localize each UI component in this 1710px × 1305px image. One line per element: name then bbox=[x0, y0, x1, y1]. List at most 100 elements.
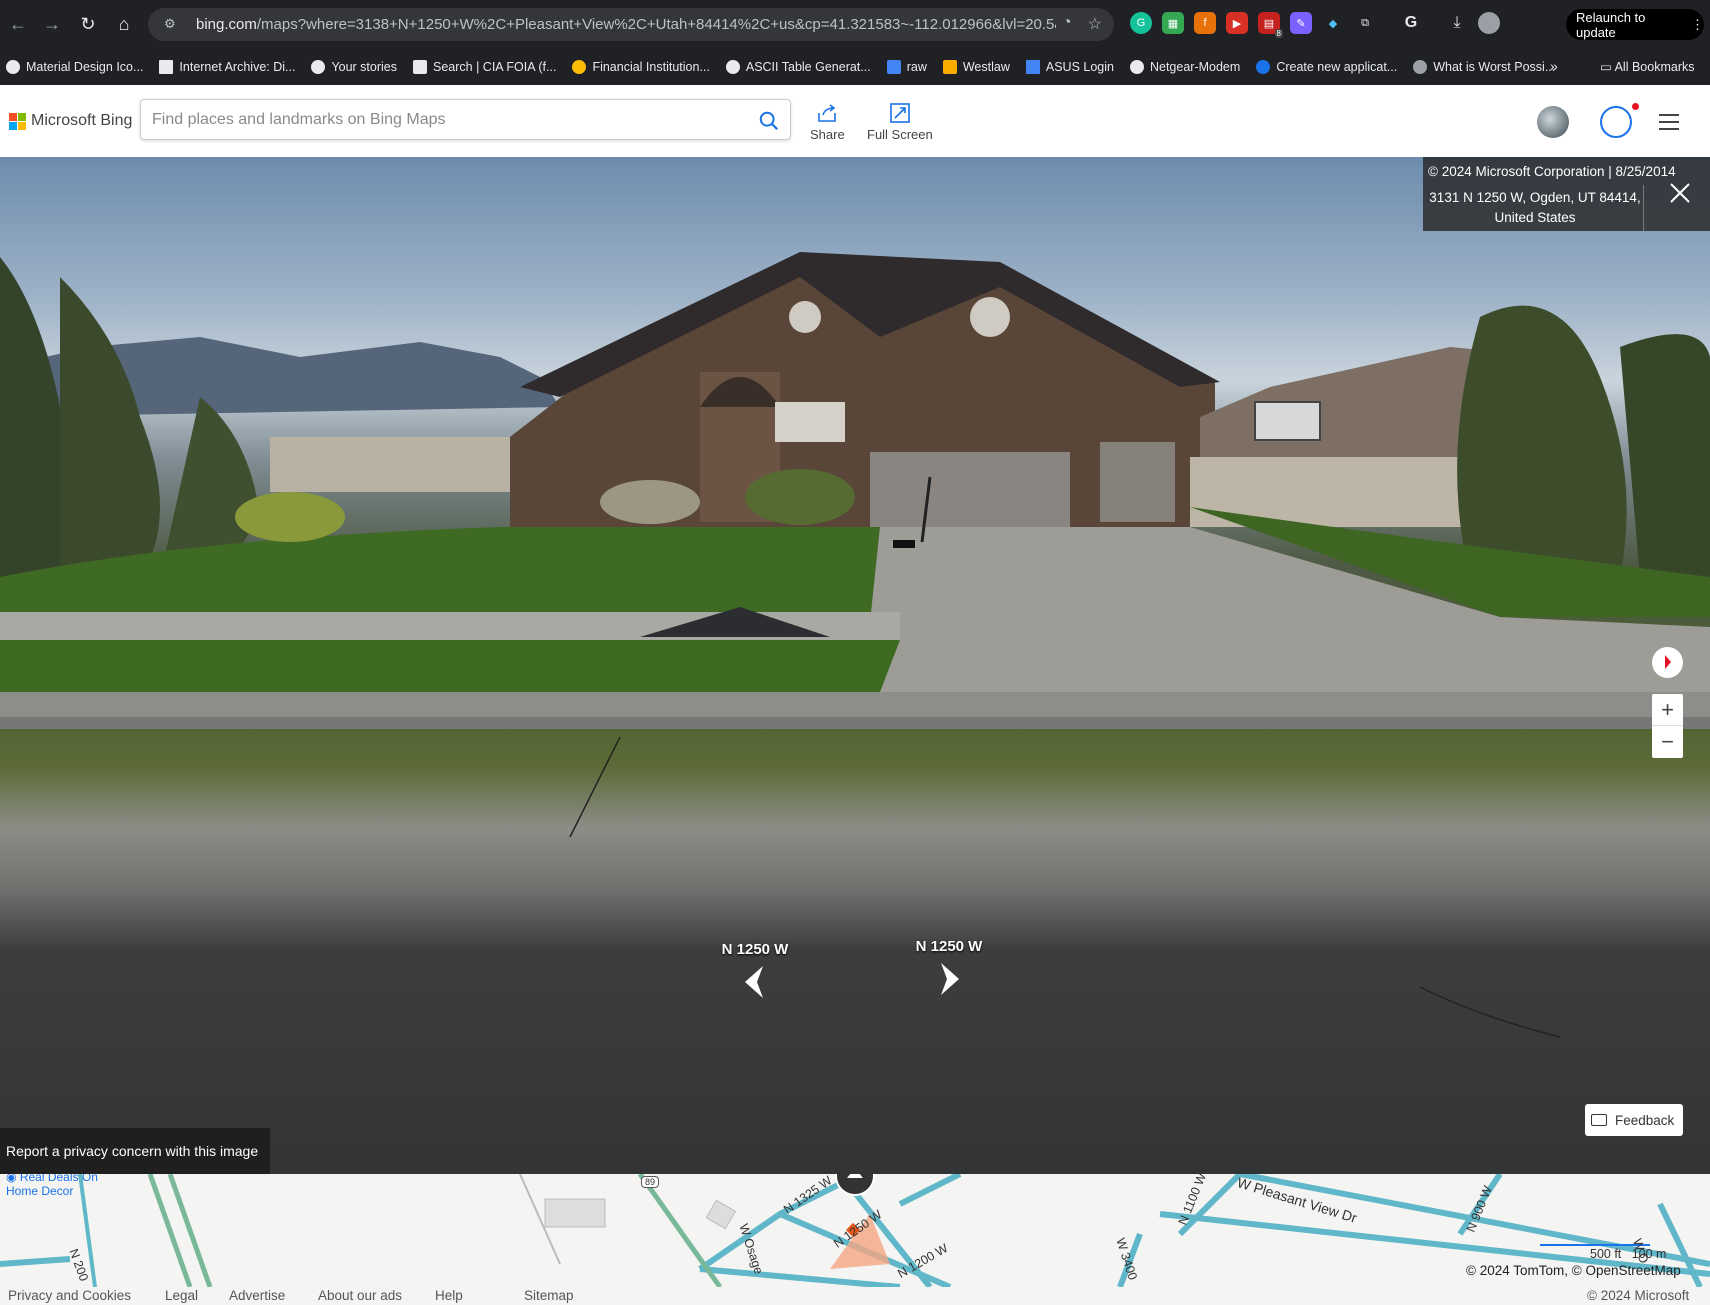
google-icon[interactable]: G bbox=[1400, 12, 1422, 34]
bookmark-star-icon[interactable]: ☆ bbox=[1088, 14, 1102, 34]
grammarly-icon[interactable]: G bbox=[1130, 12, 1152, 34]
notification-dot bbox=[1632, 103, 1639, 110]
bookmark-item[interactable]: Material Design Ico... bbox=[6, 60, 143, 74]
footer-copyright: © 2024 Microsoft bbox=[1587, 1288, 1690, 1303]
zoom-in-button[interactable]: + bbox=[1652, 694, 1683, 726]
footer-link-sitemap[interactable]: Sitemap bbox=[524, 1288, 574, 1303]
map-attribution: © 2024 TomTom, © OpenStreetMap bbox=[1466, 1263, 1681, 1278]
relaunch-button[interactable]: Relaunch to update ⋮ bbox=[1566, 9, 1704, 40]
download-icon[interactable]: ⤓ bbox=[1446, 12, 1468, 34]
footer-link-advertise[interactable]: Advertise bbox=[229, 1288, 285, 1303]
bookmark-favicon-icon bbox=[6, 60, 20, 74]
streetside-view[interactable]: © 2024 Microsoft Corporation | 8/25/2014… bbox=[0, 157, 1710, 1174]
profile-icon[interactable] bbox=[1478, 12, 1500, 34]
bookmark-item[interactable]: Create new applicat... bbox=[1256, 60, 1397, 74]
browser-toolbar: ← → ↻ ⌂ ⚙ bing.com/maps?where=3138+N+125… bbox=[0, 0, 1710, 49]
footer-link-about-ads[interactable]: About our ads bbox=[318, 1288, 402, 1303]
share-button[interactable]: Share bbox=[810, 103, 845, 142]
address-bar[interactable]: ⚙ bing.com/maps?where=3138+N+1250+W%2C+P… bbox=[148, 8, 1114, 41]
poi-label[interactable]: ◉ Real Deals On Home Decor bbox=[6, 1174, 116, 1198]
footer-link-privacy[interactable]: Privacy and Cookies bbox=[8, 1288, 131, 1303]
hwy-shield: 89 bbox=[641, 1176, 660, 1188]
chevron-left-icon[interactable] bbox=[735, 962, 775, 1002]
pen-extension-icon[interactable]: ✎ bbox=[1290, 12, 1312, 34]
bookmark-item[interactable]: What is Worst Possi... bbox=[1413, 60, 1555, 74]
bookmarks-overflow-button[interactable]: » bbox=[1550, 58, 1558, 74]
footer: Privacy and Cookies Legal Advertise Abou… bbox=[0, 1287, 1710, 1305]
performance-icon[interactable]: ◔ bbox=[1062, 14, 1072, 34]
hamburger-menu-icon[interactable] bbox=[1659, 114, 1679, 130]
bookmark-favicon-icon bbox=[1413, 60, 1428, 74]
forward-arrow-icon[interactable]: → bbox=[40, 13, 64, 37]
full-screen-label: Full Screen bbox=[867, 127, 933, 142]
bookmark-item[interactable]: Westlaw bbox=[942, 60, 1010, 74]
extension-badge: 8 bbox=[1274, 29, 1283, 38]
bing-maps-header: Microsoft Bing Share Full Screen bbox=[0, 85, 1710, 157]
feedback-button[interactable]: Feedback bbox=[1585, 1104, 1683, 1136]
bookmark-item[interactable]: Your stories bbox=[311, 60, 397, 74]
feedback-label: Feedback bbox=[1615, 1112, 1675, 1128]
bookmark-item[interactable]: Financial Institution... bbox=[572, 60, 710, 74]
search-input[interactable] bbox=[152, 100, 732, 139]
fox-extension-icon[interactable]: f bbox=[1194, 12, 1216, 34]
chevron-right-icon[interactable] bbox=[929, 959, 969, 999]
all-bookmarks-button[interactable]: ▭ All Bookmarks bbox=[1600, 59, 1694, 74]
compass-needle-icon bbox=[1665, 655, 1671, 669]
address-line-1: 3131 N 1250 W, Ogden, UT 84414, bbox=[1429, 190, 1641, 205]
bookmark-item[interactable]: ASCII Table Generat... bbox=[725, 60, 871, 74]
nav-back-arrow[interactable]: N 1250 W bbox=[712, 941, 798, 1007]
avatar[interactable] bbox=[1537, 106, 1569, 138]
bookmark-favicon-icon bbox=[886, 60, 901, 74]
panel-divider bbox=[1643, 185, 1644, 231]
microsoft-logo-icon bbox=[9, 112, 26, 130]
compass-icon[interactable] bbox=[1652, 647, 1683, 678]
url-text[interactable]: bing.com/maps?where=3138+N+1250+W%2C+Ple… bbox=[196, 16, 1056, 33]
imagery-copyright: © 2024 Microsoft Corporation | 8/25/2014 bbox=[1428, 164, 1676, 179]
report-privacy-button[interactable]: Report a privacy concern with this image bbox=[0, 1128, 270, 1174]
bookmark-favicon-icon bbox=[1129, 60, 1144, 74]
folder-icon: ▭ bbox=[1600, 60, 1615, 74]
footer-link-help[interactable]: Help bbox=[435, 1288, 463, 1303]
site-info-icon[interactable]: ⚙ bbox=[164, 16, 182, 34]
bookmark-favicon-icon bbox=[159, 60, 174, 74]
more-menu-icon[interactable]: ⋮ bbox=[1691, 17, 1704, 33]
nav-back-label: N 1250 W bbox=[721, 941, 789, 958]
bookmark-favicon-icon bbox=[1025, 60, 1040, 74]
nav-forward-arrow[interactable]: N 1250 W bbox=[906, 938, 992, 1004]
minimap[interactable]: ◉ Real Deals On Home Decor 89 N 1325 W N… bbox=[0, 1174, 1710, 1287]
search-icon[interactable] bbox=[758, 110, 780, 132]
bookmark-favicon-icon bbox=[311, 60, 326, 74]
microsoft-bing-logo[interactable]: Microsoft Bing bbox=[9, 112, 132, 130]
bookmark-item[interactable]: ASUS Login bbox=[1025, 60, 1114, 74]
video-extension-icon[interactable]: ▶ bbox=[1226, 12, 1248, 34]
reload-icon[interactable]: ↻ bbox=[76, 13, 100, 37]
nav-forward-label: N 1250 W bbox=[915, 938, 983, 955]
share-icon bbox=[818, 104, 837, 122]
search-box bbox=[140, 99, 791, 140]
address-line-2: United States bbox=[1494, 210, 1576, 225]
full-screen-icon bbox=[890, 103, 910, 123]
bookmark-item[interactable]: Netgear-Modem bbox=[1129, 60, 1240, 74]
location-info-panel: © 2024 Microsoft Corporation | 8/25/2014… bbox=[1423, 157, 1710, 231]
sheets-extension-icon[interactable]: ▦ bbox=[1162, 12, 1184, 34]
bookmark-item[interactable]: Search | CIA FOIA (f... bbox=[413, 60, 556, 74]
bookmark-item[interactable]: raw bbox=[886, 60, 927, 74]
footer-link-legal[interactable]: Legal bbox=[165, 1288, 198, 1303]
extensions-puzzle-icon[interactable]: ⧉ bbox=[1354, 12, 1376, 34]
full-screen-button[interactable]: Full Screen bbox=[867, 103, 933, 142]
scale-bar-label: 500 ft 100 m bbox=[1590, 1247, 1667, 1261]
zoom-control: + − bbox=[1652, 694, 1683, 758]
back-arrow-icon[interactable]: ← bbox=[6, 13, 30, 37]
bookmark-favicon-icon bbox=[725, 60, 740, 74]
rewards-trophy-icon[interactable] bbox=[1600, 106, 1632, 138]
bookmark-item[interactable]: Internet Archive: Di... bbox=[159, 60, 295, 74]
gem-extension-icon[interactable]: ◆ bbox=[1322, 12, 1344, 34]
streetside-image bbox=[0, 252, 1710, 1038]
zoom-out-button[interactable]: − bbox=[1652, 726, 1683, 758]
extensions-row: G ▦ f ▶ ▤ 8 ✎ ◆ ⧉ G ⤓ bbox=[1130, 12, 1500, 38]
close-icon[interactable] bbox=[1668, 181, 1692, 205]
share-label: Share bbox=[810, 127, 845, 142]
home-icon[interactable]: ⌂ bbox=[112, 13, 136, 37]
adblock-extension-icon[interactable]: ▤ 8 bbox=[1258, 12, 1283, 38]
bookmark-favicon-icon bbox=[413, 60, 427, 74]
